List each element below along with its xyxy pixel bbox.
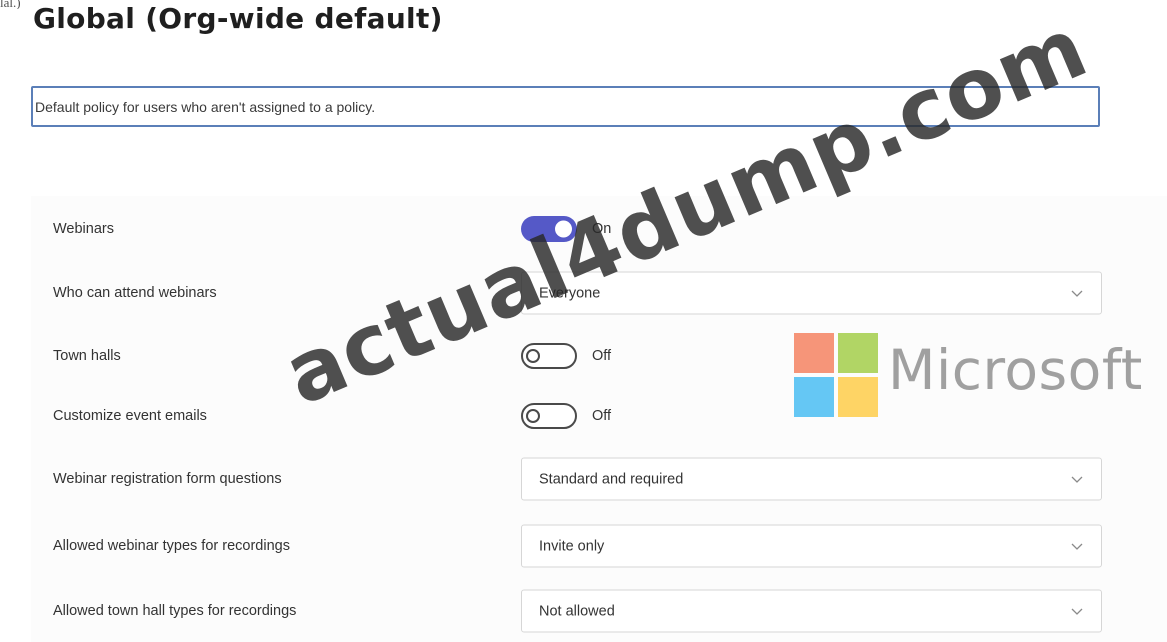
chevron-down-icon	[1071, 543, 1083, 550]
settings-panel: Webinars On Who can attend webinars Ever…	[31, 196, 1167, 642]
webinars-toggle[interactable]	[521, 216, 577, 242]
toggle-knob	[526, 349, 540, 363]
description-field[interactable]: Default policy for users who aren't assi…	[31, 86, 1100, 127]
dropdown-value: Standard and required	[539, 471, 684, 487]
toggle-state-label: Off	[592, 408, 612, 424]
chevron-down-icon	[1071, 476, 1083, 483]
logo-square-yellow	[838, 377, 878, 417]
setting-label: Webinars	[53, 221, 114, 237]
dropdown-value: Everyone	[539, 285, 601, 301]
setting-row-who-can-attend: Who can attend webinars Everyone	[31, 269, 1167, 317]
dropdown-value: Invite only	[539, 538, 605, 554]
setting-label: Town halls	[53, 348, 121, 364]
town-halls-toggle[interactable]	[521, 343, 577, 369]
dropdown-value: Not allowed	[539, 603, 615, 619]
logo-square-green	[838, 333, 878, 373]
toggle-knob	[555, 220, 572, 238]
logo-square-red	[794, 333, 834, 373]
townhall-recordings-dropdown[interactable]: Not allowed	[521, 589, 1102, 633]
setting-label: Who can attend webinars	[53, 285, 217, 301]
setting-row-webinar-recordings: Allowed webinar types for recordings Inv…	[31, 522, 1167, 570]
who-can-attend-dropdown[interactable]: Everyone	[521, 271, 1102, 315]
setting-row-registration-form: Webinar registration form questions Stan…	[31, 455, 1167, 503]
setting-label: Customize event emails	[53, 408, 207, 424]
microsoft-logo	[794, 333, 878, 417]
toggle-state-label: Off	[592, 348, 612, 364]
webinar-recordings-dropdown[interactable]: Invite only	[521, 524, 1102, 568]
setting-row-townhall-recordings: Allowed town hall types for recordings N…	[31, 587, 1167, 635]
microsoft-logo-text: Microsoft	[888, 338, 1143, 402]
logo-square-blue	[794, 377, 834, 417]
chevron-down-icon	[1071, 608, 1083, 615]
customize-emails-toggle[interactable]	[521, 403, 577, 429]
chevron-down-icon	[1071, 290, 1083, 297]
toggle-state-label: On	[592, 221, 612, 237]
setting-label: Allowed webinar types for recordings	[53, 538, 290, 554]
setting-label: Webinar registration form questions	[53, 471, 282, 487]
toggle-knob	[526, 409, 540, 423]
registration-form-dropdown[interactable]: Standard and required	[521, 457, 1102, 501]
setting-row-webinars: Webinars On	[31, 205, 1167, 253]
setting-label: Allowed town hall types for recordings	[53, 603, 297, 619]
page-title: Global (Org-wide default)	[33, 2, 443, 35]
